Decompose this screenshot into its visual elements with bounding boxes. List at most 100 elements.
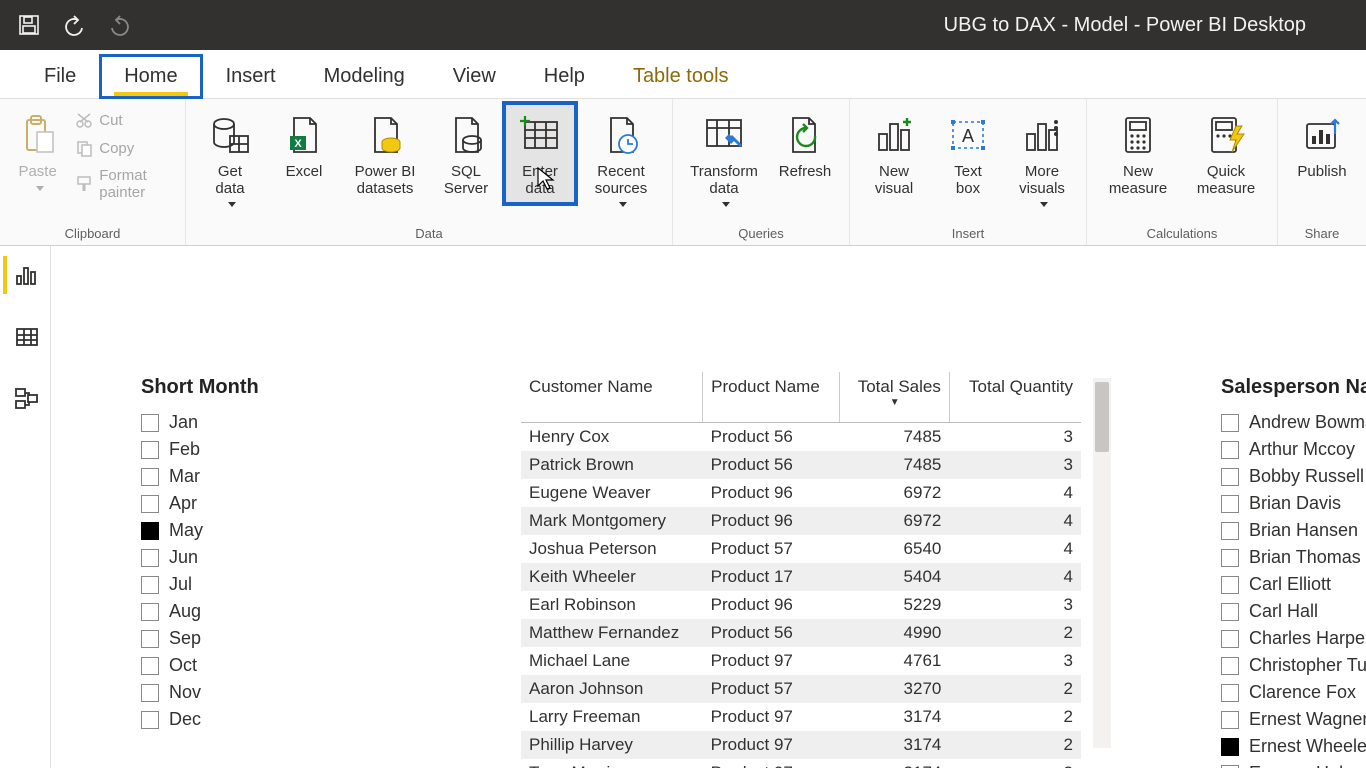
tab-file[interactable]: File: [20, 55, 100, 98]
slicer-item[interactable]: Jun: [141, 544, 341, 571]
undo-icon[interactable]: [62, 14, 86, 36]
tab-view[interactable]: View: [429, 55, 520, 98]
slicer-item[interactable]: Eugene Holme: [1221, 760, 1366, 768]
checkbox-icon[interactable]: [141, 684, 159, 702]
slicer-item[interactable]: Carl Elliott: [1221, 571, 1366, 598]
table-row[interactable]: Larry FreemanProduct 9731742: [521, 703, 1081, 731]
transform-data-button[interactable]: Transform data: [683, 105, 765, 217]
format-painter-button[interactable]: Format painter: [71, 165, 175, 203]
redo-icon[interactable]: [108, 14, 132, 36]
checkbox-icon[interactable]: [1221, 414, 1239, 432]
refresh-button[interactable]: Refresh: [771, 105, 839, 184]
checkbox-icon[interactable]: [141, 576, 159, 594]
checkbox-icon[interactable]: [141, 549, 159, 567]
table-visual[interactable]: Customer NameProduct NameTotal SalesTota…: [521, 372, 1111, 768]
slicer-item[interactable]: Feb: [141, 436, 341, 463]
recent-sources-button[interactable]: Recent sources: [580, 105, 662, 217]
slicer-item[interactable]: May: [141, 517, 341, 544]
table-row[interactable]: Eugene WeaverProduct 9669724: [521, 479, 1081, 507]
table-row[interactable]: Keith WheelerProduct 1754044: [521, 563, 1081, 591]
slicer-salesperson[interactable]: Salesperson Nam Andrew BowmaArthur Mccoy…: [1221, 376, 1366, 768]
slicer-item[interactable]: Ernest Wheeler: [1221, 733, 1366, 760]
slicer-item[interactable]: Charles Harper: [1221, 625, 1366, 652]
slicer-item[interactable]: Oct: [141, 652, 341, 679]
column-header[interactable]: Product Name: [703, 372, 840, 423]
checkbox-icon[interactable]: [1221, 576, 1239, 594]
slicer-item[interactable]: Bobby Russell: [1221, 463, 1366, 490]
slicer-item[interactable]: Sep: [141, 625, 341, 652]
table-row[interactable]: Patrick BrownProduct 5674853: [521, 451, 1081, 479]
more-visuals-button[interactable]: More visuals: [1008, 105, 1076, 217]
slicer-item[interactable]: Apr: [141, 490, 341, 517]
checkbox-icon[interactable]: [1221, 765, 1239, 768]
save-icon[interactable]: [18, 14, 40, 36]
checkbox-icon[interactable]: [1221, 630, 1239, 648]
data-view-button[interactable]: [3, 318, 47, 356]
slicer-item[interactable]: Ernest Wagner: [1221, 706, 1366, 733]
quick-measure-button[interactable]: Quick measure: [1185, 105, 1267, 202]
table-row[interactable]: Mark MontgomeryProduct 9669724: [521, 507, 1081, 535]
tab-help[interactable]: Help: [520, 55, 609, 98]
slicer-item[interactable]: Nov: [141, 679, 341, 706]
checkbox-icon[interactable]: [1221, 522, 1239, 540]
checkbox-icon[interactable]: [1221, 495, 1239, 513]
slicer-item[interactable]: Carl Hall: [1221, 598, 1366, 625]
scrollbar-thumb[interactable]: [1095, 382, 1109, 452]
slicer-item[interactable]: Aug: [141, 598, 341, 625]
tab-table-tools[interactable]: Table tools: [609, 55, 753, 98]
report-canvas[interactable]: Short Month JanFebMarAprMayJunJulAugSepO…: [51, 246, 1366, 768]
checkbox-icon[interactable]: [1221, 441, 1239, 459]
get-data-button[interactable]: Get data: [196, 105, 264, 217]
slicer-item[interactable]: Brian Hansen: [1221, 517, 1366, 544]
table-row[interactable]: Terry MorrisProduct 9731742: [521, 759, 1081, 768]
new-measure-button[interactable]: New measure: [1097, 105, 1179, 202]
sql-server-button[interactable]: SQL Server: [432, 105, 500, 202]
report-view-button[interactable]: [3, 256, 47, 294]
table-row[interactable]: Henry CoxProduct 5674853: [521, 423, 1081, 452]
checkbox-icon[interactable]: [1221, 657, 1239, 675]
checkbox-icon[interactable]: [141, 657, 159, 675]
table-row[interactable]: Matthew FernandezProduct 5649902: [521, 619, 1081, 647]
column-header[interactable]: Customer Name: [521, 372, 703, 423]
slicer-item[interactable]: Jan: [141, 409, 341, 436]
slicer-item[interactable]: Arthur Mccoy: [1221, 436, 1366, 463]
slicer-item[interactable]: Brian Thomas: [1221, 544, 1366, 571]
model-view-button[interactable]: [3, 380, 47, 418]
slicer-item[interactable]: Christopher Tu: [1221, 652, 1366, 679]
table-row[interactable]: Aaron JohnsonProduct 5732702: [521, 675, 1081, 703]
publish-button[interactable]: Publish: [1288, 105, 1356, 184]
slicer-item[interactable]: Mar: [141, 463, 341, 490]
checkbox-icon[interactable]: [141, 711, 159, 729]
slicer-item[interactable]: Clarence Fox: [1221, 679, 1366, 706]
checkbox-icon[interactable]: [141, 603, 159, 621]
slicer-item[interactable]: Andrew Bowma: [1221, 409, 1366, 436]
table-row[interactable]: Phillip HarveyProduct 9731742: [521, 731, 1081, 759]
paste-button[interactable]: Paste: [10, 105, 65, 202]
cut-button[interactable]: Cut: [71, 109, 175, 131]
slicer-item[interactable]: Dec: [141, 706, 341, 733]
copy-button[interactable]: Copy: [71, 137, 175, 159]
tab-home[interactable]: Home: [100, 55, 201, 98]
tab-insert[interactable]: Insert: [202, 55, 300, 98]
table-row[interactable]: Earl RobinsonProduct 9652293: [521, 591, 1081, 619]
checkbox-icon[interactable]: [1221, 738, 1239, 756]
table-row[interactable]: Michael LaneProduct 9747613: [521, 647, 1081, 675]
checkbox-icon[interactable]: [141, 441, 159, 459]
excel-button[interactable]: X Excel: [270, 105, 338, 184]
checkbox-icon[interactable]: [141, 495, 159, 513]
checkbox-icon[interactable]: [1221, 549, 1239, 567]
slicer-item[interactable]: Brian Davis: [1221, 490, 1366, 517]
checkbox-icon[interactable]: [141, 468, 159, 486]
checkbox-icon[interactable]: [1221, 684, 1239, 702]
slicer-short-month[interactable]: Short Month JanFebMarAprMayJunJulAugSepO…: [141, 376, 341, 733]
slicer-item[interactable]: Jul: [141, 571, 341, 598]
table-scrollbar[interactable]: [1093, 378, 1111, 748]
column-header[interactable]: Total Sales: [840, 372, 949, 423]
checkbox-icon[interactable]: [141, 630, 159, 648]
enter-data-button[interactable]: Enter data: [506, 105, 574, 202]
tab-modeling[interactable]: Modeling: [300, 55, 429, 98]
checkbox-icon[interactable]: [1221, 603, 1239, 621]
checkbox-icon[interactable]: [1221, 468, 1239, 486]
pbi-datasets-button[interactable]: Power BI datasets: [344, 105, 426, 202]
checkbox-icon[interactable]: [1221, 711, 1239, 729]
